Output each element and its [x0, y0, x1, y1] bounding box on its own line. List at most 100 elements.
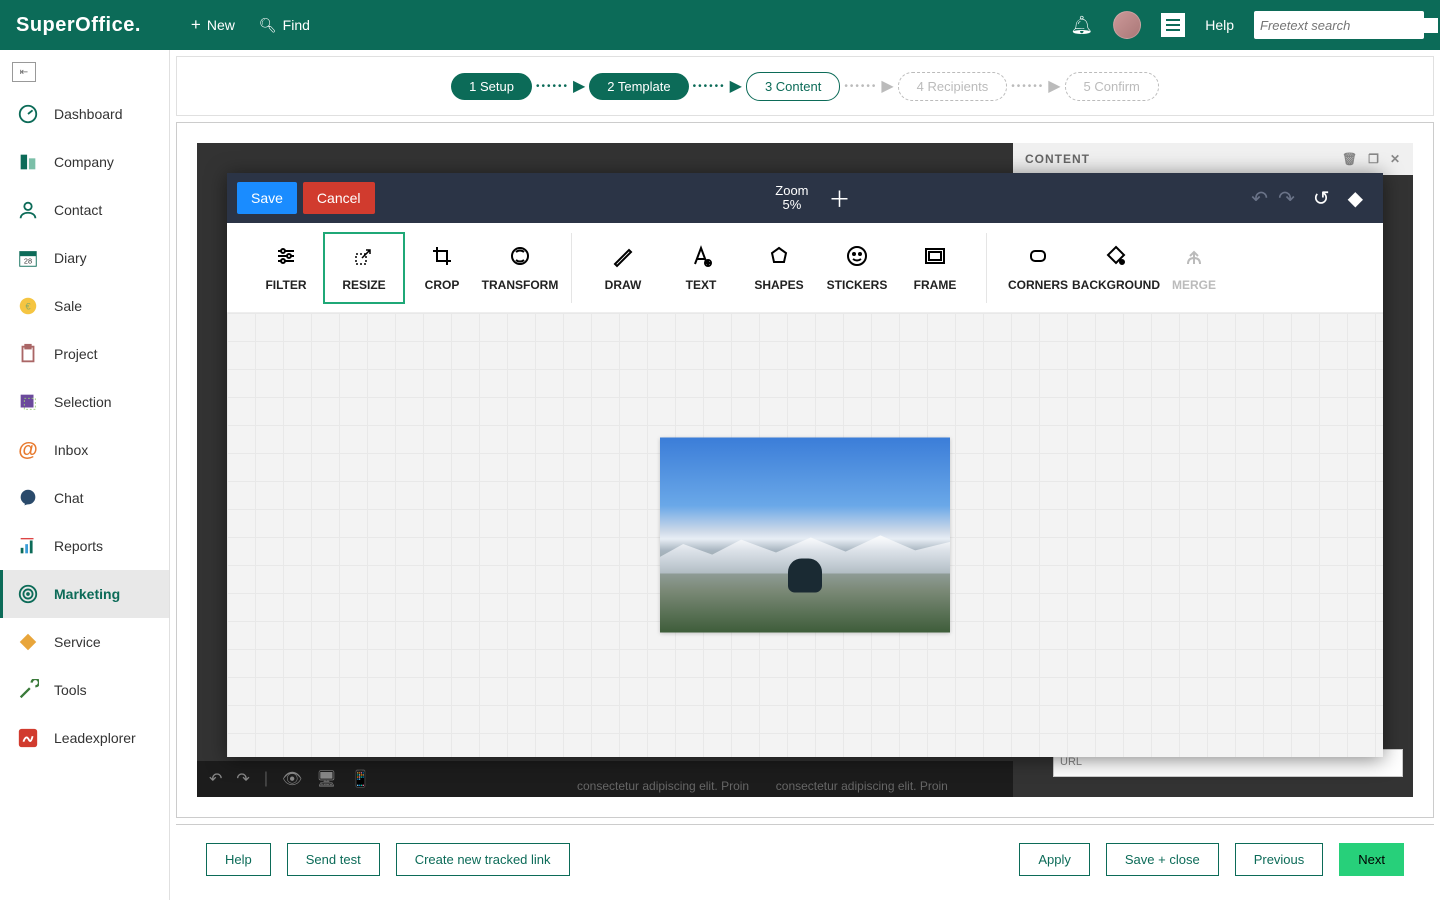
at-icon: @	[16, 438, 40, 462]
clipboard-icon	[16, 342, 40, 366]
nav-project[interactable]: Project	[0, 330, 169, 378]
leadexplorer-icon	[16, 726, 40, 750]
nav-label: Tools	[54, 682, 87, 698]
mobile-icon[interactable]: 📱	[351, 769, 371, 789]
wizard-footer: Help Send test Create new tracked link A…	[176, 824, 1434, 894]
wizard-stepper: 1 Setup ••••••▶ 2 Template ••••••▶ 3 Con…	[176, 56, 1434, 116]
tool-filter[interactable]: FILTER	[247, 234, 325, 302]
app-header: SuperOffice. +New 🔍︎Find 🔔︎ Help	[0, 0, 1440, 50]
nav-diary[interactable]: 28 Diary	[0, 234, 169, 282]
nav-label: Dashboard	[54, 106, 123, 122]
send-test-button[interactable]: Send test	[287, 843, 380, 876]
editor-canvas[interactable]	[227, 313, 1383, 757]
person-icon	[16, 198, 40, 222]
nav-reports[interactable]: Reports	[0, 522, 169, 570]
nav-tools[interactable]: Tools	[0, 666, 169, 714]
nav-selection[interactable]: Selection	[0, 378, 169, 426]
tool-resize[interactable]: RESIZE	[325, 234, 403, 302]
history-icon[interactable]: ↺	[1313, 186, 1330, 211]
nav-label: Marketing	[54, 586, 120, 602]
step-confirm: 5 Confirm	[1065, 72, 1159, 101]
tool-crop[interactable]: CROP	[403, 234, 481, 302]
next-button[interactable]: Next	[1339, 843, 1404, 876]
freetext-search[interactable]	[1254, 11, 1424, 39]
tool-draw[interactable]: DRAW	[584, 234, 662, 302]
tool-text[interactable]: TEXT	[662, 234, 740, 302]
step-content[interactable]: 3 Content	[746, 72, 840, 101]
editor-toolbar: FILTER RESIZE CROP TRANSFORM DRAW TEXT S…	[227, 223, 1383, 313]
redo-icon[interactable]: ↷	[236, 769, 249, 789]
step-setup[interactable]: 1 Setup	[451, 73, 532, 100]
tool-shapes[interactable]: SHAPES	[740, 234, 818, 302]
gauge-icon	[16, 102, 40, 126]
bell-icon[interactable]: 🔔︎	[1070, 15, 1093, 36]
nav-leadexplorer[interactable]: Leadexplorer	[0, 714, 169, 762]
nav-marketing[interactable]: Marketing	[0, 570, 169, 618]
step-template[interactable]: 2 Template	[589, 73, 688, 100]
help-link[interactable]: Help	[1205, 17, 1234, 33]
panel-menu-icon[interactable]	[1161, 13, 1185, 37]
left-nav: ⇤ Dashboard Company Contact 28 Diary € Sal…	[0, 50, 170, 900]
duplicate-icon[interactable]: ❐	[1368, 152, 1380, 166]
undo-icon[interactable]: ↶	[1251, 186, 1268, 211]
nav-label: Reports	[54, 538, 103, 554]
collapse-sidebar-icon[interactable]: ⇤	[12, 62, 36, 82]
svg-text:€: €	[25, 302, 30, 312]
previous-button[interactable]: Previous	[1235, 843, 1324, 876]
nav-chat[interactable]: Chat	[0, 474, 169, 522]
delete-icon[interactable]: 🗑	[1342, 152, 1358, 166]
search-input[interactable]	[1260, 18, 1438, 33]
coin-icon: €	[16, 294, 40, 318]
tag-icon	[16, 630, 40, 654]
nav-label: Sale	[54, 298, 82, 314]
tool-frame[interactable]: FRAME	[896, 234, 974, 302]
close-icon[interactable]: ✕	[1390, 152, 1401, 166]
nav-dashboard[interactable]: Dashboard	[0, 90, 169, 138]
target-icon	[16, 582, 40, 606]
chart-icon	[16, 534, 40, 558]
nav-label: Contact	[54, 202, 102, 218]
new-button[interactable]: +New	[191, 15, 235, 35]
help-button[interactable]: Help	[206, 843, 271, 876]
cancel-button[interactable]: Cancel	[303, 182, 375, 214]
tool-transform[interactable]: TRANSFORM	[481, 234, 559, 302]
preview-icon[interactable]: 👁	[282, 769, 302, 789]
add-icon[interactable]: ＋	[829, 182, 851, 214]
brand-logo: SuperOffice.	[16, 14, 141, 37]
editing-image[interactable]	[660, 438, 950, 633]
nav-label: Company	[54, 154, 114, 170]
nav-label: Inbox	[54, 442, 88, 458]
lorem-text: consectetur adipiscing elit. Proin conse…	[577, 778, 1003, 795]
zoom-value: 5%	[775, 198, 808, 212]
nav-label: Diary	[54, 250, 87, 266]
building-icon	[16, 150, 40, 174]
chat-icon	[16, 486, 40, 510]
calendar-icon: 28	[16, 246, 40, 270]
tool-background[interactable]: BACKGROUND	[1077, 234, 1155, 302]
save-close-button[interactable]: Save + close	[1106, 843, 1219, 876]
tool-stickers[interactable]: STICKERS	[818, 234, 896, 302]
undo-icon[interactable]: ↶	[209, 769, 222, 789]
redo-icon[interactable]: ↷	[1278, 186, 1295, 211]
step-recipients: 4 Recipients	[898, 72, 1008, 101]
nav-service[interactable]: Service	[0, 618, 169, 666]
nav-label: Project	[54, 346, 98, 362]
wrench-icon	[16, 678, 40, 702]
nav-contact[interactable]: Contact	[0, 186, 169, 234]
nav-company[interactable]: Company	[0, 138, 169, 186]
zoom-label: Zoom	[775, 184, 808, 198]
image-editor-modal: Save Cancel Zoom 5% ＋ ↶ ↷ ↺ ◆	[227, 173, 1383, 757]
avatar[interactable]	[1113, 11, 1141, 39]
desktop-icon[interactable]: 🖥	[316, 769, 336, 789]
tool-merge: MERGE	[1155, 234, 1233, 302]
save-button[interactable]: Save	[237, 182, 297, 214]
create-tracked-link-button[interactable]: Create new tracked link	[396, 843, 570, 876]
content-panel-header: CONTENT 🗑 ❐ ✕	[1013, 143, 1413, 175]
nav-sale[interactable]: € Sale	[0, 282, 169, 330]
tool-corners[interactable]: CORNERS	[999, 234, 1077, 302]
panel-title: CONTENT	[1025, 152, 1090, 166]
layers-icon[interactable]: ◆	[1348, 186, 1363, 211]
apply-button[interactable]: Apply	[1019, 843, 1090, 876]
find-button[interactable]: 🔍︎Find	[259, 15, 310, 35]
nav-inbox[interactable]: @ Inbox	[0, 426, 169, 474]
